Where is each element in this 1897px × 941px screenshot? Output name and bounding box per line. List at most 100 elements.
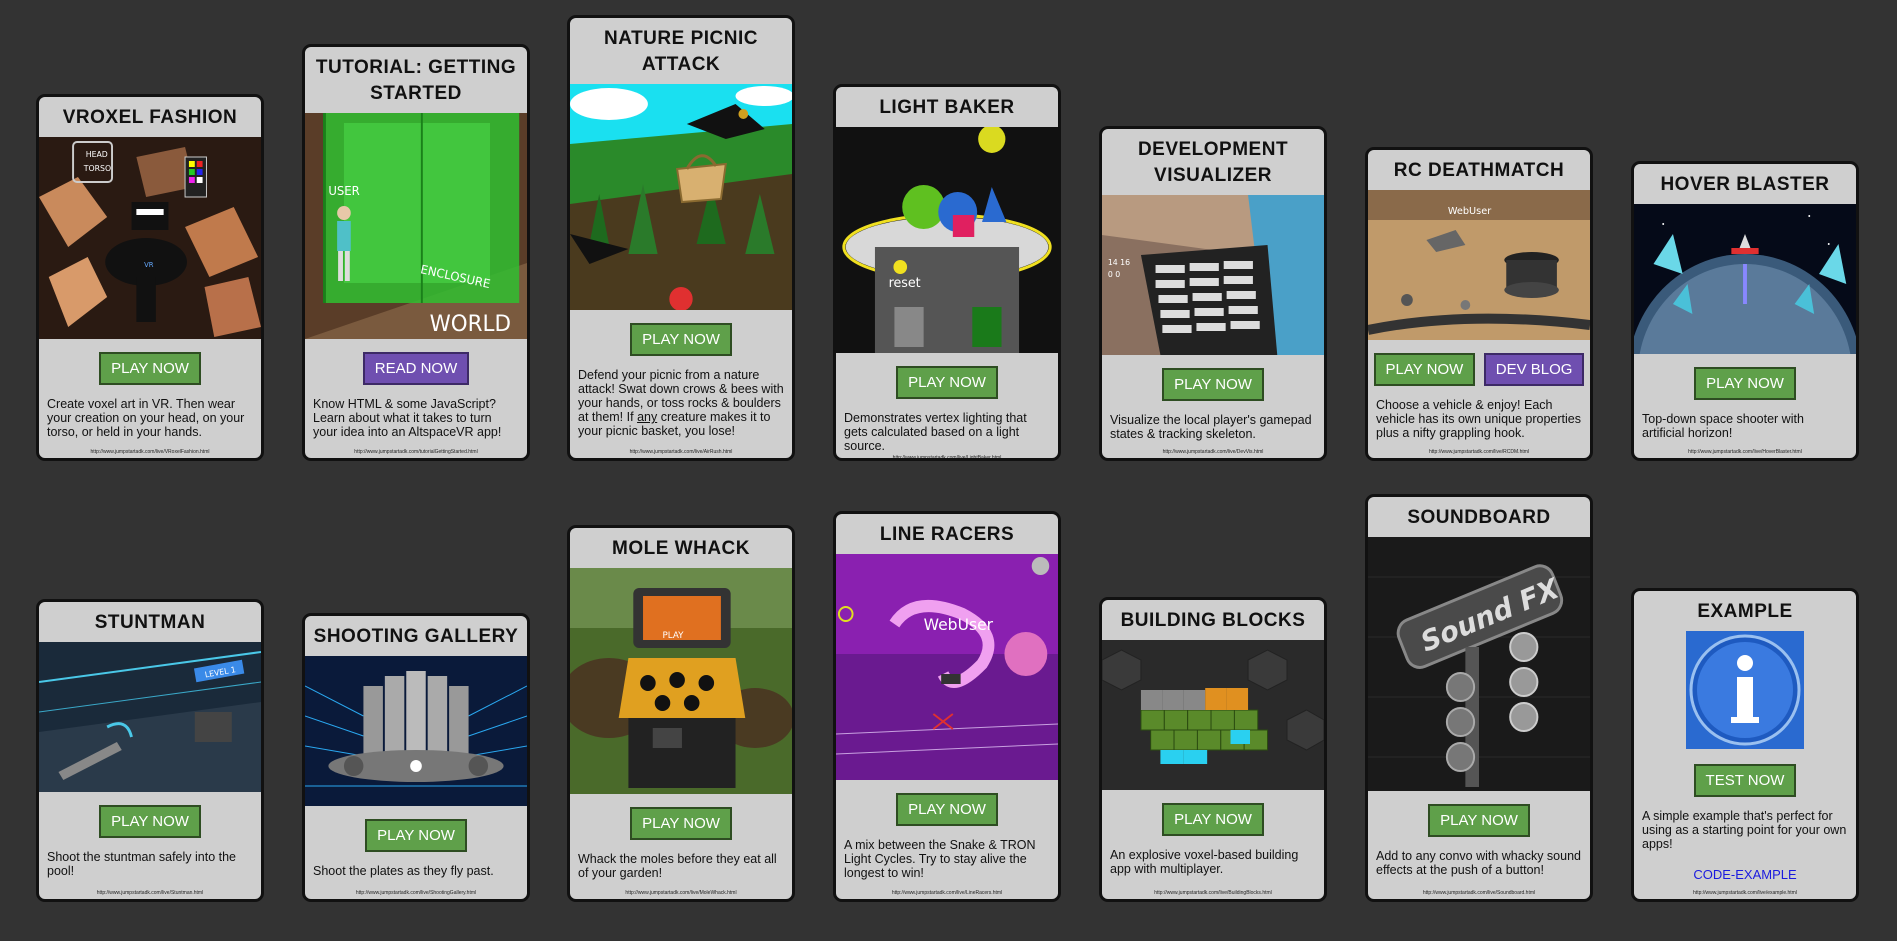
code-example-link[interactable]: CODE-EXAMPLE <box>1634 863 1856 888</box>
test-now-button[interactable]: TEST NOW <box>1693 764 1797 797</box>
card-title: SOUNDBOARD <box>1407 507 1551 528</box>
play-now-button[interactable]: PLAY NOW <box>99 352 201 385</box>
card-url: http://www.jumpstartadk.com/live/AirRush… <box>629 449 733 455</box>
app-card-building-blocks: BUILDING BLOCKS PLAY NOW An explosive vo… <box>1099 597 1327 902</box>
read-now-button[interactable]: READ NOW <box>362 352 470 385</box>
card-title: LIGHT BAKER <box>879 97 1015 118</box>
card-url: http://www.jumpstartadk.com/live/HoverBl… <box>1688 449 1802 455</box>
card-thumbnail[interactable]: PLAY <box>570 568 792 794</box>
card-url: http://www.jumpstartadk.com/tutorialGett… <box>354 449 478 455</box>
card-actions: PLAY NOW <box>570 794 792 852</box>
card-actions: PLAY NOW <box>305 806 527 864</box>
dev-blog-button[interactable]: DEV BLOG <box>1483 353 1585 386</box>
play-now-button[interactable]: PLAY NOW <box>1428 804 1530 837</box>
app-card-tutorial: TUTORIAL: GETTING STARTED USER ENCLOSURE… <box>302 44 530 461</box>
app-card-rc-deathmatch: RC DEATHMATCH WebUser PLAY NOW DEV BLOG … <box>1365 147 1593 461</box>
card-thumbnail[interactable]: USER ENCLOSURE WORLD <box>305 113 527 339</box>
card-thumbnail[interactable]: Sound FX <box>1368 537 1590 791</box>
card-thumbnail[interactable]: LEVEL 1 <box>39 642 261 792</box>
card-url: http://www.jumpstartadk.com/live/RCDM.ht… <box>1428 449 1530 455</box>
app-card-mole-whack: MOLE WHACK PLAY PLAY NOW Whack the moles… <box>567 525 795 902</box>
card-url: http://www.jumpstartadk.com/live/Soundbo… <box>1422 890 1536 896</box>
svg-text:VR: VR <box>144 261 154 269</box>
play-now-button[interactable]: PLAY NOW <box>1373 353 1476 386</box>
card-url: http://www.jumpstartadk.com/live/Shootin… <box>355 890 477 896</box>
card-title: BUILDING BLOCKS <box>1120 610 1306 631</box>
app-card-soundboard: SOUNDBOARD Sound FX PLAY NOW Add to any … <box>1365 494 1593 902</box>
image-label-user: USER <box>328 184 359 198</box>
card-url: http://www.jumpstartadk.com/live/example… <box>1693 890 1797 896</box>
play-now-button[interactable]: PLAY NOW <box>896 793 998 826</box>
card-title: MOLE WHACK <box>612 538 750 559</box>
card-actions: PLAY NOW <box>1634 354 1856 412</box>
card-thumbnail[interactable]: reset <box>836 127 1058 353</box>
card-url: http://www.jumpstartadk.com/live/VRoxelF… <box>90 449 210 455</box>
card-actions: PLAY NOW <box>836 780 1058 838</box>
card-url: http://www.jumpstartadk.com/live/LineRac… <box>891 890 1003 896</box>
app-card-stuntman: STUNTMAN LEVEL 1 PLAY NOW Shoot the stun… <box>36 599 264 902</box>
card-thumbnail[interactable]: VR HEAD TORSO <box>39 137 261 339</box>
card-thumbnail[interactable]: WebUser <box>836 554 1058 780</box>
card-description: Create voxel art in VR. Then wear your c… <box>47 397 245 439</box>
card-title: DEVELOPMENT VISUALIZER <box>1137 139 1289 186</box>
card-thumbnail[interactable]: 14 16 0 0 <box>1102 195 1324 355</box>
play-now-button[interactable]: PLAY NOW <box>1162 368 1264 401</box>
app-card-line-racers: LINE RACERS WebUser PLAY NOW A mix betwe… <box>833 511 1061 902</box>
app-card-example: EXAMPLE TEST NOW A simple example that's… <box>1631 588 1859 902</box>
card-description: An explosive voxel-based building app wi… <box>1110 848 1299 876</box>
card-description: Add to any convo with whacky sound effec… <box>1376 849 1581 877</box>
card-description: A simple example that's perfect for usin… <box>1642 809 1847 851</box>
play-now-button[interactable]: PLAY NOW <box>630 323 732 356</box>
image-label-world: WORLD <box>430 312 511 337</box>
card-thumbnail[interactable] <box>1634 204 1856 354</box>
card-url: http://www.jumpstartadk.com/live/DevVis.… <box>1162 449 1264 455</box>
reset-label[interactable]: reset <box>889 276 921 291</box>
image-label-torso: TORSO <box>83 164 111 173</box>
card-thumbnail[interactable] <box>1102 640 1324 790</box>
player-name-label: WebUser <box>1448 206 1492 217</box>
app-card-vroxel-fashion: VROXEL FASHION VR HEAD TORSO PLAY NOW Cr… <box>36 94 264 461</box>
card-description: Visualize the local player's gamepad sta… <box>1110 413 1312 441</box>
card-title: EXAMPLE <box>1697 601 1793 622</box>
info-icon[interactable] <box>1686 631 1804 749</box>
card-actions: PLAY NOW <box>39 792 261 850</box>
card-description: Shoot the stuntman safely into the pool! <box>47 850 237 878</box>
card-title: RC DEATHMATCH <box>1393 160 1565 181</box>
player-name-label: WebUser <box>924 615 994 634</box>
app-card-hover-blaster: HOVER BLASTER PLAY NOW Top-down space sh… <box>1631 161 1859 461</box>
card-actions: PLAY NOW <box>1368 791 1590 849</box>
card-description: Top-down space shooter with artificial h… <box>1642 412 1804 440</box>
card-actions: READ NOW <box>305 339 527 397</box>
card-title: STUNTMAN <box>94 612 206 633</box>
play-now-button[interactable]: PLAY NOW <box>1694 367 1796 400</box>
play-now-button[interactable]: PLAY NOW <box>896 366 998 399</box>
card-description: Defend your picnic from a nature attack!… <box>578 368 784 438</box>
card-actions: PLAY NOW DEV BLOG <box>1368 340 1590 398</box>
app-card-shooting-gallery: SHOOTING GALLERY PLAY NOW Shoot the plat… <box>302 613 530 902</box>
app-card-light-baker: LIGHT BAKER reset PLAY NOW Demonstrates … <box>833 84 1061 461</box>
card-thumbnail[interactable] <box>305 656 527 806</box>
card-actions: PLAY NOW <box>836 353 1058 411</box>
card-actions: TEST NOW <box>1634 754 1856 809</box>
play-now-button[interactable]: PLAY NOW <box>365 819 467 852</box>
card-title: TUTORIAL: GETTING STARTED <box>315 57 517 104</box>
card-description: Whack the moles before they eat all of y… <box>578 852 777 880</box>
play-now-button[interactable]: PLAY NOW <box>630 807 732 840</box>
card-description: Choose a vehicle & enjoy! Each vehicle h… <box>1376 398 1581 440</box>
card-description: Demonstrates vertex lighting that gets c… <box>844 411 1027 453</box>
card-url: http://www.jumpstartadk.com/live/Stuntma… <box>96 890 204 896</box>
card-url: http://www.jumpstartadk.com/live/LightBa… <box>892 455 1002 461</box>
card-thumbnail[interactable] <box>570 84 792 310</box>
card-url: http://www.jumpstartadk.com/live/Buildin… <box>1154 890 1272 896</box>
card-thumbnail[interactable]: WebUser <box>1368 190 1590 340</box>
svg-text:PLAY: PLAY <box>663 631 685 641</box>
card-title: SHOOTING GALLERY <box>313 626 519 647</box>
play-now-button[interactable]: PLAY NOW <box>99 805 201 838</box>
card-title: LINE RACERS <box>879 524 1015 545</box>
card-title: VROXEL FASHION <box>62 107 238 128</box>
svg-text:0 0: 0 0 <box>1108 270 1120 279</box>
image-label-head: HEAD <box>86 150 108 159</box>
svg-text:14 16: 14 16 <box>1108 258 1130 267</box>
play-now-button[interactable]: PLAY NOW <box>1162 803 1264 836</box>
card-actions: PLAY NOW <box>39 339 261 397</box>
